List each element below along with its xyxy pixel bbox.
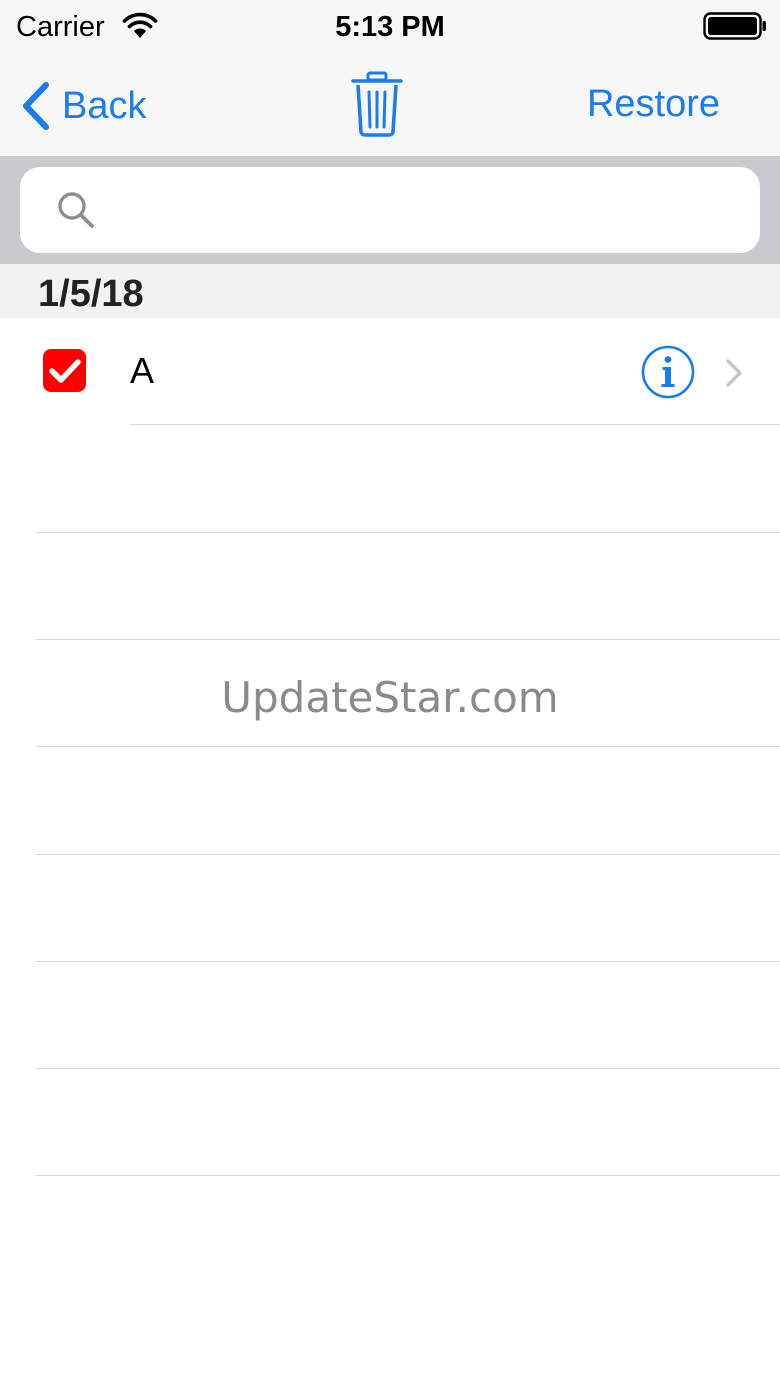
navigation-bar: Back Restore <box>0 54 780 157</box>
battery-full-icon <box>703 12 766 40</box>
status-bar: Carrier 5:13 PM <box>0 0 780 54</box>
row-separator <box>36 1068 780 1069</box>
row-separator <box>36 961 780 962</box>
search-input[interactable] <box>110 179 740 241</box>
list-item-title: A <box>130 350 155 391</box>
chevron-left-icon <box>23 82 49 130</box>
row-separator <box>36 532 780 533</box>
search-field[interactable] <box>20 167 760 253</box>
section-title: 1/5/18 <box>38 273 144 315</box>
trash-icon[interactable] <box>350 70 404 138</box>
search-bar <box>0 157 780 264</box>
row-separator <box>36 639 780 640</box>
row-separator <box>130 424 780 425</box>
row-separator <box>36 746 780 747</box>
search-icon <box>58 192 94 228</box>
watermark-text: UpdateStar.com <box>221 673 559 722</box>
status-time: 5:13 PM <box>335 11 445 43</box>
section-header: 1/5/18 <box>0 264 780 318</box>
list-item[interactable]: A <box>0 318 780 425</box>
restore-button[interactable]: Restore <box>587 82 720 126</box>
back-button[interactable]: Back <box>18 78 146 134</box>
back-button-label: Back <box>62 85 147 127</box>
row-separator <box>36 1175 780 1176</box>
chevron-right-icon <box>726 359 742 387</box>
info-icon[interactable] <box>641 345 695 399</box>
checkbox-checked-icon[interactable] <box>43 349 86 392</box>
row-separator <box>36 854 780 855</box>
